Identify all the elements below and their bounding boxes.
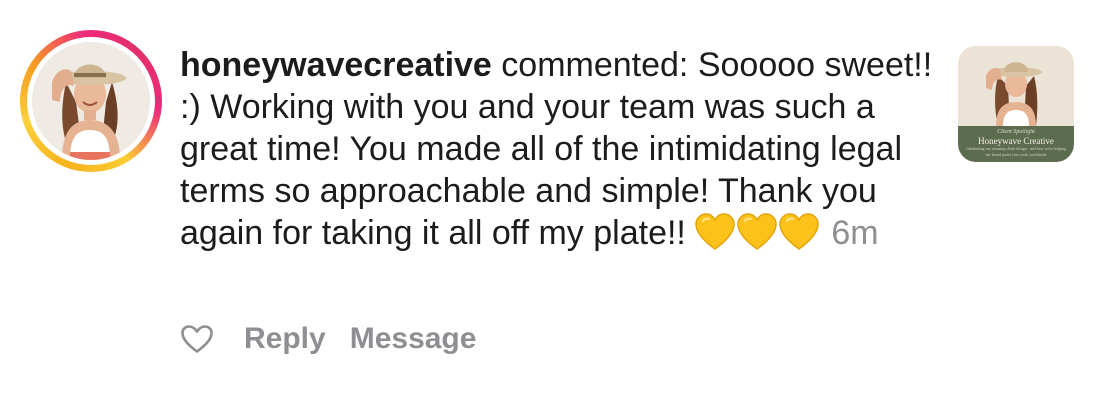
post-thumbnail-kicker: Client Spotlight <box>997 129 1035 135</box>
message-button[interactable]: Message <box>350 322 477 356</box>
heart-outline-icon <box>181 325 213 353</box>
reply-button[interactable]: Reply <box>244 322 326 356</box>
timestamp: 6m <box>831 214 879 252</box>
avatar-story-ring[interactable] <box>20 30 162 172</box>
avatar-ring-gap <box>27 37 155 165</box>
post-thumbnail-banner: Client Spotlight Honeywave Creative Cele… <box>958 126 1074 162</box>
comment-text: honeywavecreative commented: Sooooo swee… <box>180 44 940 254</box>
yellow-heart-icon <box>695 213 736 250</box>
like-button[interactable] <box>180 323 214 355</box>
post-thumbnail[interactable]: Client Spotlight Honeywave Creative Cele… <box>958 46 1074 162</box>
yellow-heart-icon <box>737 213 778 250</box>
avatar[interactable] <box>32 42 150 160</box>
yellow-heart-icon <box>779 213 820 250</box>
username[interactable]: honeywavecreative <box>180 46 492 84</box>
post-thumbnail-photo <box>958 46 1074 126</box>
comment-actions: Reply Message <box>180 322 476 356</box>
post-thumbnail-subtitle: Celebrating our amazing client design - … <box>965 146 1067 157</box>
post-thumbnail-title: Honeywave Creative <box>978 136 1054 146</box>
comment-notification[interactable]: honeywavecreative commented: Sooooo swee… <box>0 0 1116 400</box>
